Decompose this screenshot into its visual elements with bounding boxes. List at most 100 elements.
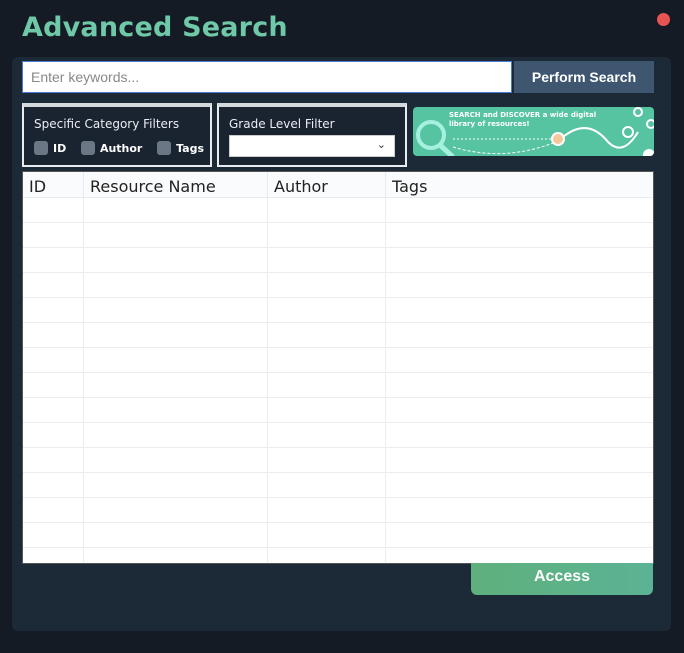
table-cell [386, 523, 653, 547]
table-cell [84, 348, 268, 372]
table-cell [84, 398, 268, 422]
table-cell [23, 223, 84, 247]
table-cell [268, 423, 386, 447]
table-cell [268, 298, 386, 322]
table-body [23, 198, 653, 563]
close-button[interactable] [657, 13, 670, 26]
table-cell [268, 448, 386, 472]
table-cell [23, 323, 84, 347]
category-filters-box: Specific Category Filters ID Author Tags [22, 103, 212, 167]
column-header-resource-name[interactable]: Resource Name [84, 172, 268, 197]
table-cell [386, 348, 653, 372]
column-header-id[interactable]: ID [23, 172, 84, 197]
grade-filter-label: Grade Level Filter [229, 117, 335, 131]
results-table[interactable]: ID Resource Name Author Tags [22, 171, 654, 564]
table-cell [386, 198, 653, 222]
table-row[interactable] [23, 398, 653, 423]
filter-checkbox-tags[interactable]: Tags [157, 141, 204, 155]
table-cell [268, 498, 386, 522]
grade-filter-box: Grade Level Filter ⌄ [217, 103, 407, 167]
window-title: Advanced Search [22, 12, 288, 43]
table-cell [268, 223, 386, 247]
filter-checkbox-author[interactable]: Author [80, 141, 143, 155]
table-cell [268, 373, 386, 397]
table-cell [84, 298, 268, 322]
checkbox-icon[interactable] [34, 141, 48, 155]
table-row[interactable] [23, 373, 653, 398]
table-cell [23, 373, 84, 397]
table-cell [23, 473, 84, 497]
column-header-tags[interactable]: Tags [386, 172, 653, 197]
table-row[interactable] [23, 473, 653, 498]
table-cell [84, 198, 268, 222]
table-row[interactable] [23, 323, 653, 348]
grade-level-select[interactable]: ⌄ [229, 135, 395, 157]
table-cell [268, 348, 386, 372]
table-cell [268, 273, 386, 297]
table-row[interactable] [23, 498, 653, 523]
table-header: ID Resource Name Author Tags [23, 172, 653, 198]
table-row[interactable] [23, 273, 653, 298]
table-cell [386, 473, 653, 497]
table-cell [84, 523, 268, 547]
table-cell [386, 273, 653, 297]
table-cell [23, 423, 84, 447]
perform-search-button[interactable]: Perform Search [514, 61, 654, 93]
magnifier-handle [438, 143, 455, 156]
table-row[interactable] [23, 223, 653, 248]
checkbox-label: Author [99, 141, 143, 155]
table-cell [386, 398, 653, 422]
table-cell [23, 523, 84, 547]
table-row[interactable] [23, 548, 653, 563]
table-cell [386, 423, 653, 447]
table-cell [84, 448, 268, 472]
table-row[interactable] [23, 348, 653, 373]
table-cell [386, 323, 653, 347]
table-cell [84, 548, 268, 563]
table-cell [23, 548, 84, 563]
table-cell [84, 223, 268, 247]
table-cell [268, 248, 386, 272]
table-cell [23, 273, 84, 297]
column-header-author[interactable]: Author [268, 172, 386, 197]
table-cell [23, 298, 84, 322]
table-row[interactable] [23, 198, 653, 223]
category-filters-label: Specific Category Filters [34, 117, 180, 131]
checkbox-icon[interactable] [157, 141, 172, 155]
table-cell [386, 248, 653, 272]
table-cell [268, 323, 386, 347]
table-row[interactable] [23, 448, 653, 473]
table-cell [84, 273, 268, 297]
chevron-down-icon: ⌄ [376, 139, 386, 151]
checkbox-label: ID [53, 141, 67, 155]
table-cell [23, 398, 84, 422]
table-row[interactable] [23, 298, 653, 323]
table-cell [23, 198, 84, 222]
table-row[interactable] [23, 248, 653, 273]
table-cell [23, 498, 84, 522]
table-cell [84, 373, 268, 397]
table-row[interactable] [23, 523, 653, 548]
table-cell [84, 248, 268, 272]
filter-checkbox-id[interactable]: ID [34, 141, 66, 155]
magnifier-icon [416, 120, 446, 150]
table-cell [268, 548, 386, 563]
access-button[interactable]: Access [471, 563, 653, 595]
checkbox-icon[interactable] [80, 141, 95, 155]
table-cell [386, 223, 653, 247]
banner-text: SEARCH and DISCOVER a wide digital libra… [449, 111, 597, 128]
promo-banner: SEARCH and DISCOVER a wide digital libra… [413, 107, 654, 156]
table-cell [84, 323, 268, 347]
table-cell [386, 298, 653, 322]
table-row[interactable] [23, 423, 653, 448]
table-cell [23, 248, 84, 272]
table-cell [386, 548, 653, 563]
table-cell [268, 473, 386, 497]
table-cell [268, 198, 386, 222]
table-cell [268, 523, 386, 547]
table-cell [84, 473, 268, 497]
table-cell [386, 373, 653, 397]
table-cell [23, 448, 84, 472]
search-input[interactable] [22, 61, 512, 93]
table-cell [84, 423, 268, 447]
